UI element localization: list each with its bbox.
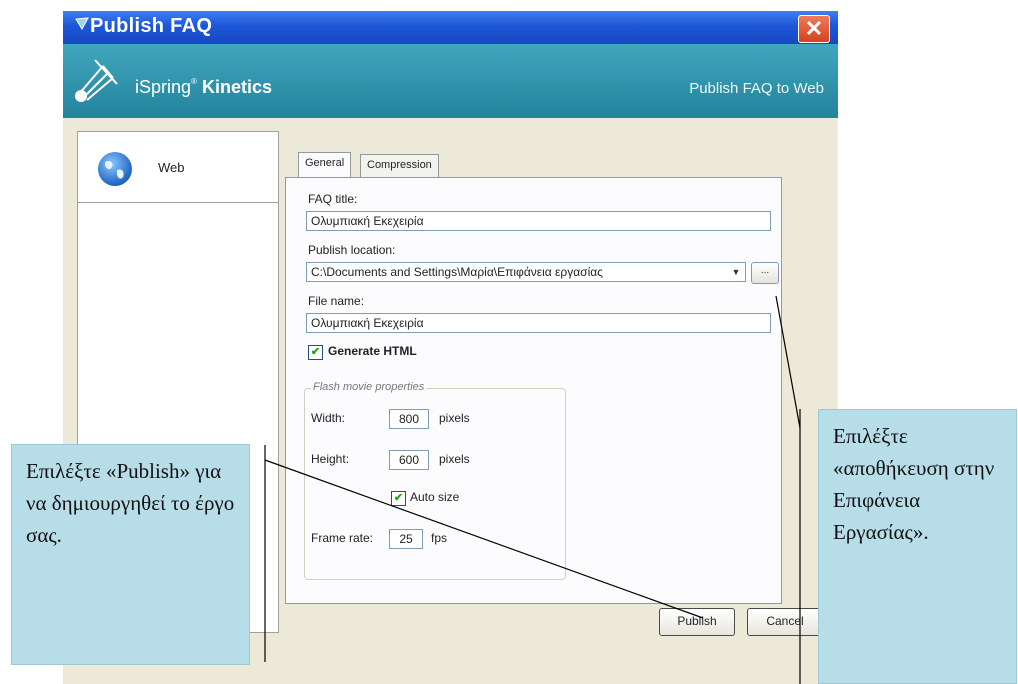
generate-html-checkbox[interactable]: ✔ (308, 345, 323, 360)
width-label: Width: (311, 411, 346, 425)
publish-location-value: C:\Documents and Settings\Μαρία\Επιφάνει… (311, 265, 603, 279)
generate-html-label: Generate HTML (328, 344, 417, 358)
file-name-label: File name: (308, 294, 365, 308)
app-icon (75, 17, 89, 30)
width-input[interactable]: 800 (389, 409, 429, 429)
height-input[interactable]: 600 (389, 450, 429, 470)
tab-general[interactable]: General (298, 152, 352, 177)
width-unit: pixels (439, 411, 470, 425)
faq-title-input[interactable]: Ολυμπιακή Εκεχειρία (306, 211, 771, 231)
product-banner: iSpring® Kinetics Publish FAQ to Web (63, 44, 838, 118)
chevron-down-icon[interactable]: ▼ (729, 265, 743, 279)
title-bar[interactable]: Publish FAQ ✕ (63, 11, 838, 44)
height-unit: pixels (439, 452, 470, 466)
publish-location-combo[interactable]: C:\Documents and Settings\Μαρία\Επιφάνει… (306, 262, 746, 282)
general-tab-panel: FAQ title: Ολυμπιακή Εκεχειρία Publish l… (285, 177, 782, 604)
brand-name: iSpring® Kinetics (135, 77, 272, 97)
tab-strip: General Compression (298, 152, 698, 178)
flash-group-legend: Flash movie properties (311, 381, 427, 393)
window-title: Publish FAQ (90, 15, 213, 37)
faq-title-label: FAQ title: (308, 192, 358, 206)
height-label: Height: (311, 452, 350, 466)
callout-publish: Επιλέξτε «Publish» για να δημιουργηθεί τ… (11, 444, 250, 665)
shuttlecock-logo-icon (75, 59, 118, 102)
frame-rate-input[interactable]: 25 (389, 529, 423, 549)
globe-icon (98, 152, 132, 186)
close-button[interactable]: ✕ (798, 15, 830, 43)
flash-movie-properties-group: Flash movie properties Width: 800 pixels… (304, 381, 566, 580)
frame-rate-unit: fps (431, 531, 448, 545)
frame-rate-label: Frame rate: (311, 531, 374, 545)
nav-item-web[interactable]: Web (78, 132, 278, 203)
callout-save-location: Επιλέξτε «αποθήκευση στην Επιφάνεια Εργα… (818, 409, 1017, 684)
publish-button[interactable]: Publish (659, 608, 735, 636)
banner-subtitle: Publish FAQ to Web (689, 80, 824, 97)
cancel-button[interactable]: Cancel (747, 608, 823, 636)
file-name-input[interactable]: Ολυμπιακή Εκεχειρία (306, 313, 771, 333)
tab-compression[interactable]: Compression (360, 154, 439, 177)
nav-item-label: Web (158, 160, 185, 175)
auto-size-label: Auto size (410, 490, 460, 504)
auto-size-checkbox[interactable]: ✔ (391, 491, 406, 506)
browse-button[interactable]: ... (751, 262, 779, 284)
publish-location-label: Publish location: (308, 243, 396, 257)
